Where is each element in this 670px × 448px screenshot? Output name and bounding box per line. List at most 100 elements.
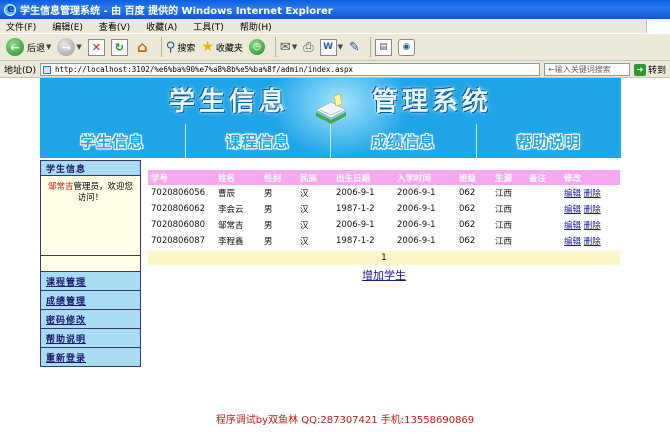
sidebar-item-password[interactable]: 密码修改 (40, 309, 141, 329)
stop-button[interactable]: ✕ (87, 38, 105, 56)
chevron-down-icon[interactable]: ▼ (338, 43, 343, 51)
msn-button[interactable]: ◉ (397, 38, 415, 56)
refresh-button[interactable]: ↻ (110, 38, 128, 56)
nav-score-info[interactable]: 成绩信息 (331, 124, 477, 158)
sidebar-item-label: 帮助说明 (46, 334, 87, 345)
nav-label: 帮助说明 (516, 132, 581, 151)
cell: 男 (264, 237, 273, 247)
banner-nav: 学生信息 课程信息 成绩信息 帮助说明 (40, 124, 621, 158)
student-table: 学号 姓名 性别 民族 出生日期 入学时间 班级 生源 备注 修改 702080… (148, 170, 620, 249)
cell: 汉 (300, 237, 309, 247)
cell: 江西 (495, 221, 513, 231)
search-placeholder: ←输入关键词搜索 (548, 65, 611, 74)
nav-course-info[interactable]: 课程信息 (186, 124, 331, 158)
add-student-link[interactable]: 增加学生 (148, 267, 620, 283)
history-button[interactable]: ◷ (248, 39, 265, 55)
cell (526, 201, 561, 217)
favorites-button[interactable]: ★ 收藏夹 (201, 39, 243, 55)
menu-view[interactable]: 查看(V) (99, 20, 130, 33)
search-button[interactable]: ⚲ 搜索 (166, 40, 196, 55)
sidebar: 学生信息 邹常吉管理员，欢迎您访问！ 课程管理 成绩管理 密码修改 帮助说明 重… (40, 160, 141, 367)
column-header: 班级 (456, 170, 492, 185)
column-header: 性别 (261, 170, 297, 185)
forward-button[interactable]: → ▼ (57, 38, 82, 56)
menu-edit[interactable]: 编辑(E) (52, 20, 83, 33)
home-button[interactable]: ⌂ (134, 38, 151, 56)
cell: 江西 (495, 189, 513, 199)
nav-help[interactable]: 帮助说明 (477, 124, 622, 158)
address-input[interactable]: http://localhost:3102/%e6%ba%90%e7%a8%8b… (40, 63, 540, 76)
address-bar: 地址(D) http://localhost:3102/%e6%ba%90%e7… (0, 61, 670, 78)
menu-favorites[interactable]: 收藏(A) (146, 20, 177, 33)
nav-student-info[interactable]: 学生信息 (40, 124, 186, 158)
edit-button[interactable]: W ▼ (319, 38, 343, 56)
back-button[interactable]: ← 后退 ▼ (6, 38, 51, 56)
mail-button[interactable]: ✉ ▼ (280, 40, 297, 55)
cell: 2006-9-1 (336, 220, 375, 230)
actions-cell: 编辑 删除 (561, 185, 620, 201)
edit-link[interactable]: 编辑 (564, 237, 581, 247)
sidebar-item-relogin[interactable]: 重新登录 (40, 347, 141, 367)
sidebar-item-label: 重新登录 (46, 353, 87, 364)
menu-tools[interactable]: 工具(T) (193, 20, 224, 33)
history-icon: ◷ (248, 39, 265, 55)
cell (526, 217, 561, 233)
cell: 李程鑫 (218, 237, 244, 247)
cell: 江西 (495, 237, 513, 247)
nav-label: 课程信息 (225, 132, 290, 151)
sidebar-item-score[interactable]: 成绩管理 (40, 290, 141, 310)
edit-link[interactable]: 编辑 (564, 205, 581, 215)
print-button[interactable]: ⎙ (303, 40, 313, 55)
page-number[interactable]: 1 (381, 253, 386, 263)
cell: 2006-9-1 (397, 204, 436, 214)
research-icon: ▤ (374, 38, 392, 56)
sidebar-item-student-info[interactable]: 学生信息 (40, 160, 141, 176)
column-header: 入学时间 (394, 170, 456, 185)
delete-link[interactable]: 删除 (584, 205, 601, 215)
cell: 2006-9-1 (397, 188, 436, 198)
chevron-down-icon[interactable]: ▼ (46, 43, 51, 51)
sidebar-item-course[interactable]: 课程管理 (40, 271, 141, 291)
actions-cell: 编辑 删除 (561, 201, 620, 217)
chevron-down-icon[interactable]: ▼ (292, 43, 297, 51)
column-header: 姓名 (215, 170, 261, 185)
cell: 2006-9-1 (397, 236, 436, 246)
cell: 2006-9-1 (336, 188, 375, 198)
cell: 062 (459, 236, 476, 246)
table-pager: 1 (148, 251, 620, 265)
banner-title-left: 学生信息 (168, 87, 289, 117)
search-label: 搜索 (177, 43, 196, 54)
address-label: 地址(D) (4, 65, 36, 76)
cell: 2006-9-1 (397, 220, 436, 230)
edit-link[interactable]: 编辑 (564, 221, 581, 231)
edit-document-icon: W (319, 38, 337, 56)
window-titlebar: 学生信息管理系统 - 由 百度 提供的 Windows Internet Exp… (0, 0, 670, 19)
delete-link[interactable]: 删除 (584, 189, 601, 199)
star-icon: ★ (201, 39, 214, 55)
delete-link[interactable]: 删除 (584, 237, 601, 247)
table-row: 7020806062 李会云 男 汉 1987-1-2 2006-9-1 062… (148, 201, 620, 217)
sidebar-item-label: 课程管理 (46, 277, 87, 288)
toolbar-separator (369, 37, 371, 57)
browser-toolbar: ← 后退 ▼ → ▼ ✕ ↻ ⌂ ⚲ 搜索 ★ 收藏夹 ◷ ✉ ▼ ⎙ W ▼ … (0, 33, 670, 61)
address-url: http://localhost:3102/%e6%ba%90%e7%a8%8b… (55, 65, 354, 74)
msn-icon: ◉ (397, 38, 415, 56)
banner-title-right: 管理系统 (372, 87, 493, 117)
printer-icon: ⎙ (303, 39, 314, 55)
windows-logo-icon (646, 19, 670, 33)
chevron-down-icon[interactable]: ▼ (76, 43, 81, 51)
table-header-row: 学号 姓名 性别 民族 出生日期 入学时间 班级 生源 备注 修改 (148, 170, 620, 185)
research-button[interactable]: ▤ (374, 38, 392, 56)
messenger-button[interactable]: ✎ (349, 40, 360, 55)
cell: 1987-1-2 (336, 204, 375, 214)
column-header: 民族 (297, 170, 333, 185)
menu-help[interactable]: 帮助(H) (240, 20, 272, 33)
keyword-search-input[interactable]: ←输入关键词搜索 (544, 63, 630, 76)
delete-link[interactable]: 删除 (584, 221, 601, 231)
menu-file[interactable]: 文件(F) (6, 20, 36, 33)
edit-link[interactable]: 编辑 (564, 189, 581, 199)
go-button[interactable]: ➜ 转到 (634, 63, 668, 76)
cell: 7020806080 (151, 220, 206, 230)
sidebar-item-help[interactable]: 帮助说明 (40, 328, 141, 348)
sidebar-item-label: 成绩管理 (46, 296, 87, 307)
